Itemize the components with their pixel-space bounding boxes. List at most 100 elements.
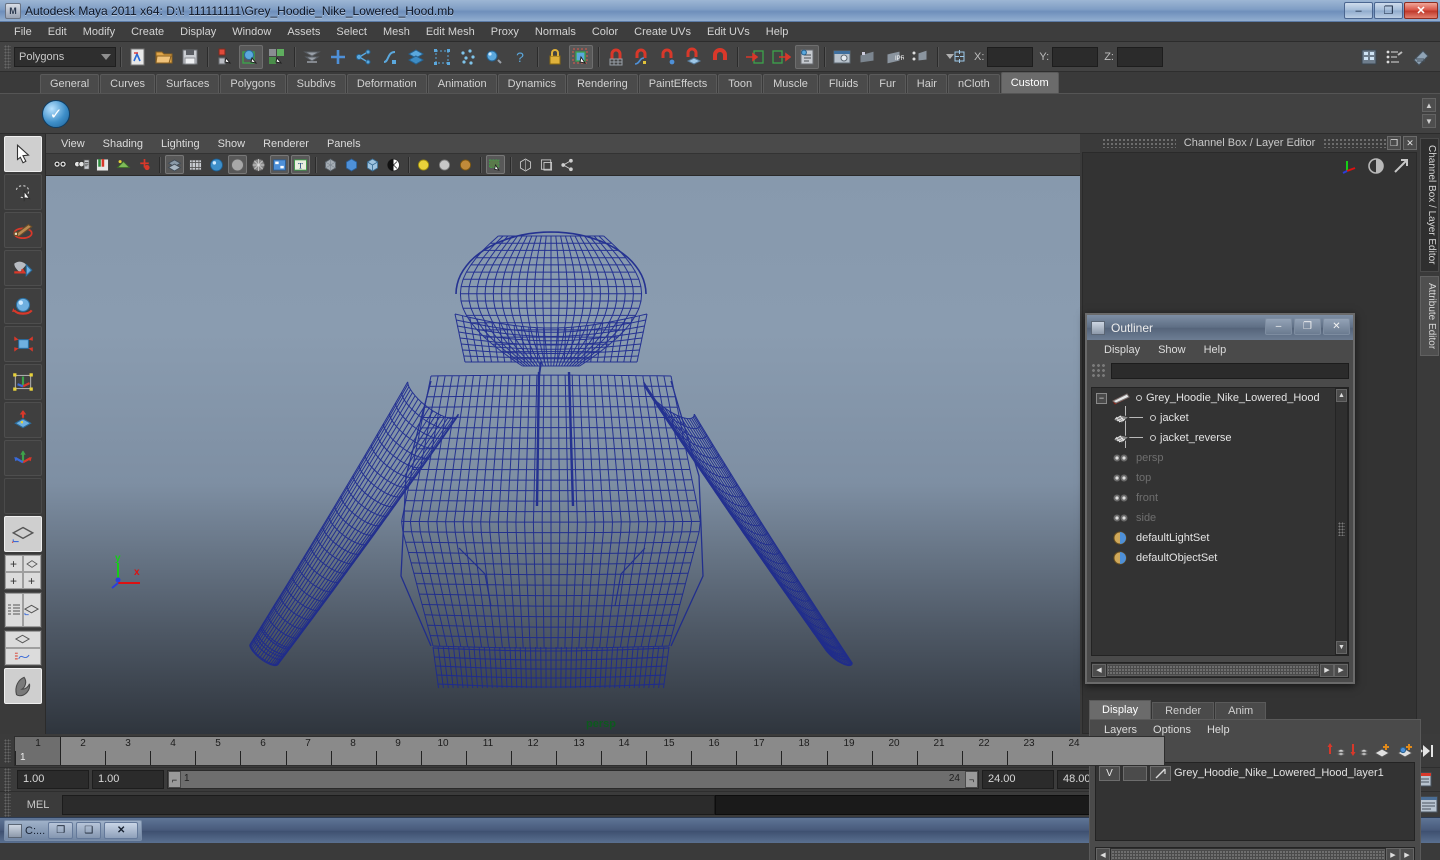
x-ray-display-icon[interactable]	[321, 155, 340, 174]
shelf-tab-deformation[interactable]: Deformation	[346, 74, 427, 93]
show-manipulator-tool[interactable]	[3, 440, 42, 476]
show-hide-attribute-editor-button[interactable]	[1383, 45, 1407, 69]
outliner-menu-display[interactable]: Display	[1095, 344, 1149, 356]
outliner-restore-button[interactable]: ❐	[1294, 318, 1321, 335]
mask-edge-button[interactable]	[352, 45, 376, 69]
outliner-menu-show[interactable]: Show	[1149, 344, 1195, 356]
layer-row[interactable]: V Grey_Hoodie_Nike_Lowered_Hood_layer1	[1096, 763, 1414, 783]
menu-create[interactable]: Create	[123, 24, 172, 40]
select-by-component-type-button[interactable]	[265, 45, 289, 69]
close-button[interactable]: ✕	[1404, 2, 1438, 19]
menuset-selector[interactable]: Polygons	[14, 46, 116, 67]
tab-anim[interactable]: Anim	[1215, 702, 1267, 719]
outliner-item-default-object-set[interactable]: defaultObjectSet	[1092, 548, 1348, 568]
show-hide-tool-settings-button[interactable]	[1409, 45, 1433, 69]
menu-create-uvs[interactable]: Create UVs	[626, 24, 699, 40]
mask-deformation-button[interactable]	[430, 45, 454, 69]
shelf-tab-rendering[interactable]: Rendering	[566, 74, 638, 93]
layer-hscroll-right-icon-2[interactable]: ▶	[1400, 848, 1414, 860]
single-perspective-view-layout[interactable]	[3, 516, 42, 552]
shelf-item-checkmark-icon[interactable]: ✓	[42, 99, 70, 128]
outliner-title-bar[interactable]: Outliner – ❐ ✕	[1087, 315, 1353, 340]
layer-menu-options[interactable]: Options	[1145, 724, 1199, 736]
shelf-tab-curves[interactable]: Curves	[100, 74, 155, 93]
menu-assets[interactable]: Assets	[279, 24, 328, 40]
layer-list[interactable]: V Grey_Hoodie_Nike_Lowered_Hood_layer1	[1095, 762, 1415, 841]
image-plane-icon[interactable]	[114, 155, 133, 174]
use-default-light-icon[interactable]	[435, 155, 454, 174]
mask-curve-button[interactable]	[378, 45, 402, 69]
outliner-persp-layout[interactable]	[3, 592, 42, 628]
layer-hscroll-left-icon[interactable]: ◀	[1096, 848, 1110, 860]
commandline-gripper[interactable]	[4, 792, 11, 817]
playback-end-field[interactable]: 24.00	[982, 770, 1054, 789]
soft-modification-tool[interactable]	[3, 402, 42, 438]
menu-display[interactable]: Display	[172, 24, 224, 40]
shelf-tab-fluids[interactable]: Fluids	[818, 74, 869, 93]
menu-mesh[interactable]: Mesh	[375, 24, 418, 40]
menu-select[interactable]: Select	[328, 24, 375, 40]
maya-logo-icon[interactable]	[3, 668, 42, 704]
layer-playback-toggle[interactable]	[1123, 765, 1147, 781]
tab-display[interactable]: Display	[1089, 700, 1152, 719]
scroll-down-icon[interactable]: ▼	[1336, 641, 1347, 654]
textured-icon[interactable]	[270, 155, 289, 174]
command-input-field[interactable]	[62, 794, 715, 815]
four-view-quad-3[interactable]: +	[4, 572, 23, 589]
shelf-scroll-up-icon[interactable]: ▲	[1422, 98, 1436, 112]
create-layer-from-selected-icon[interactable]	[1396, 742, 1414, 758]
outliner-item-front[interactable]: front	[1092, 488, 1348, 508]
last-tool-used[interactable]	[3, 478, 42, 514]
viewport-menu-show[interactable]: Show	[209, 136, 255, 152]
outliner-window[interactable]: Outliner – ❐ ✕ Display Show Help − Grey_…	[1085, 313, 1355, 684]
node-selection-handle[interactable]	[1150, 435, 1156, 441]
snap-to-magnet-button[interactable]	[708, 45, 732, 69]
outliner-menu-help[interactable]: Help	[1195, 344, 1236, 356]
four-view-quad-4[interactable]: +	[22, 572, 41, 589]
menu-file[interactable]: File	[6, 24, 40, 40]
x-coordinate-field[interactable]	[987, 46, 1034, 67]
tab-render[interactable]: Render	[1152, 702, 1215, 719]
move-layer-up-icon[interactable]	[1327, 742, 1345, 758]
mask-vertex-button[interactable]	[326, 45, 350, 69]
shelf-tab-toon[interactable]: Toon	[718, 74, 763, 93]
layer-hscroll-right-icon[interactable]: ▶	[1386, 848, 1400, 860]
3d-viewport[interactable]: y x persp	[46, 176, 1080, 734]
paint-selection-tool[interactable]	[3, 212, 42, 248]
statusline-gripper[interactable]	[4, 44, 11, 69]
mask-rendering-button[interactable]	[482, 45, 506, 69]
mask-dynamics-button[interactable]	[456, 45, 480, 69]
outliner-item-jacket[interactable]: jacket	[1092, 408, 1348, 428]
select-by-hierarchy-button[interactable]	[213, 45, 237, 69]
shelf-tab-subdivs[interactable]: Subdivs	[286, 74, 346, 93]
outliner-minimize-button[interactable]: –	[1265, 318, 1292, 335]
rangeslider-gripper[interactable]	[4, 767, 11, 792]
scroll-up-icon[interactable]: ▲	[1336, 389, 1347, 402]
restore-button[interactable]: ❐	[1374, 2, 1403, 19]
shelf-tab-fur[interactable]: Fur	[869, 74, 906, 93]
outliner-item-persp[interactable]: persp	[1092, 448, 1348, 468]
range-left-handle[interactable]: ⌐	[168, 771, 181, 788]
output-connections-button[interactable]	[769, 45, 793, 69]
arrow-up-right-icon[interactable]	[1392, 157, 1410, 175]
universal-manipulator-tool[interactable]	[3, 364, 42, 400]
open-scene-button[interactable]	[152, 45, 176, 69]
input-connections-button[interactable]	[743, 45, 767, 69]
camera-attributes-icon[interactable]	[72, 155, 91, 174]
menu-edit-mesh[interactable]: Edit Mesh	[418, 24, 483, 40]
viewport-menu-renderer[interactable]: Renderer	[254, 136, 318, 152]
channel-box-restore-button[interactable]: ❐	[1387, 136, 1401, 150]
hoodie-wireframe-model[interactable]	[46, 176, 1076, 734]
snap-to-curve-button[interactable]	[630, 45, 654, 69]
checker-texture-icon[interactable]	[384, 155, 403, 174]
hscroll-thumb[interactable]	[1107, 664, 1319, 676]
shelf-tab-painteffects[interactable]: PaintEffects	[638, 74, 718, 93]
shaded-cube-icon[interactable]	[363, 155, 382, 174]
grid-display-icon[interactable]	[516, 155, 535, 174]
menu-help[interactable]: Help	[758, 24, 797, 40]
menu-proxy[interactable]: Proxy	[483, 24, 527, 40]
hscroll-right-icon[interactable]: ▶	[1320, 663, 1334, 677]
shelf-tab-hair[interactable]: Hair	[906, 74, 947, 93]
viewport-menu-view[interactable]: View	[52, 136, 94, 152]
select-by-object-type-button[interactable]	[239, 44, 263, 69]
